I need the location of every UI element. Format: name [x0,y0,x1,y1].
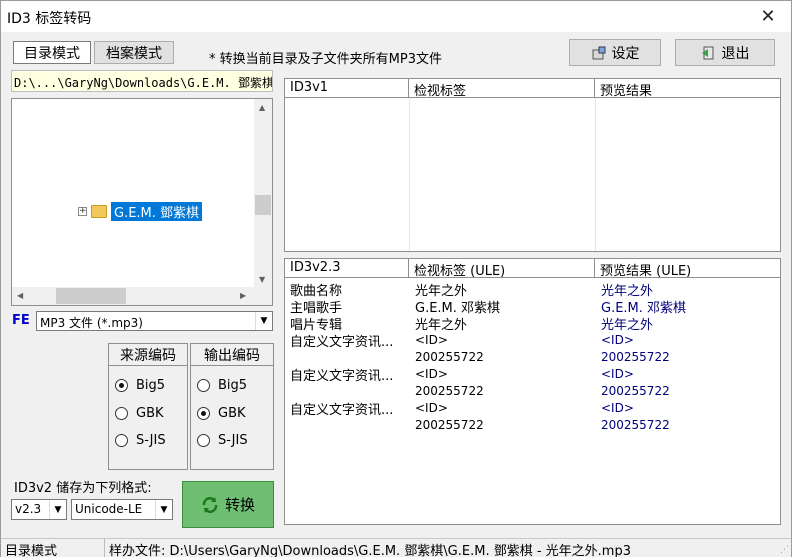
id3-version-select[interactable]: v2.3 ▼ [11,499,67,520]
tag-name: 自定义文字资讯... [290,403,394,418]
output-option-label: Big5 [218,378,248,393]
scroll-right-icon[interactable]: ▶ [240,291,246,300]
radio-icon[interactable] [115,434,128,447]
dir-mode-label: 目录模式 [24,45,80,62]
file-mode-button[interactable]: 档案模式 [94,41,174,64]
text-encoding-value: Unicode-LE [75,502,143,516]
title-bar: ID3 标签转码 ✕ [1,1,791,32]
source-encoding-group: 来源编码 Big5 GBK S-JIS [108,343,188,470]
save-format-label: ID3v2 储存为下列格式: [14,481,152,496]
source-radio-big5[interactable]: Big5 [115,378,165,393]
tag-preview: <ID> [601,367,634,381]
id3v1-header-field: ID3v1 [285,79,409,98]
tag-preview: 光年之外 [601,318,654,333]
tag-view: <ID> [415,367,448,381]
radio-selected-icon[interactable] [197,407,210,420]
id3v2-header-view: 检视标签 (ULE) [409,259,595,279]
scroll-left-icon[interactable]: ◀ [17,291,23,300]
tag-view: <ID> [415,333,448,347]
tree-vertical-scrollbar[interactable]: ▲ ▼ [254,99,272,287]
scroll-corner [254,287,272,305]
id3v1-table[interactable]: ID3v1 检视标签 预览结果 [284,78,781,252]
output-option-label: GBK [218,406,246,421]
tag-view: <ID> [415,401,448,415]
tree-vertical-thumb[interactable] [255,195,271,215]
app-window: ID3 标签转码 ✕ 目录模式 档案模式 * 转换当前目录及子文件夹所有MP3文… [0,0,792,557]
settings-label: 设定 [611,45,640,62]
tree-node-selected[interactable]: + G.E.M. 鄧紫棋 [78,201,203,221]
tag-view: 光年之外 [415,318,468,333]
status-mode: 目录模式 [1,539,105,557]
status-bar: 目录模式 样办文件: D:\Users\GaryNg\Downloads\G.E… [1,538,791,557]
output-encoding-title: 输出编码 [191,344,273,366]
expand-icon[interactable]: + [78,206,87,216]
refresh-icon [202,496,218,513]
output-radio-gbk[interactable]: GBK [197,406,246,421]
file-filter-value: MP3 文件 (*.mp3) [40,316,143,330]
tag-name: 自定义文字资讯... [290,369,394,384]
folder-icon [91,204,107,218]
tree-horizontal-thumb[interactable] [56,288,126,304]
radio-icon[interactable] [115,407,128,420]
tag-view: 200255722 [415,350,484,364]
id3v1-header-preview: 预览结果 [600,84,653,99]
convert-button[interactable]: 转换 [182,481,274,528]
id3v2-header: ID3v2.3 检视标签 (ULE) 预览结果 (ULE) [285,259,780,279]
id3-version-value: v2.3 [15,502,42,516]
tree-horizontal-scrollbar[interactable]: ◀ ▶ [12,287,256,305]
output-radio-big5[interactable]: Big5 [197,378,247,393]
tag-preview: 200255722 [601,350,670,364]
close-icon[interactable]: ✕ [745,1,791,32]
source-option-label: Big5 [136,378,166,393]
file-mode-label: 档案模式 [106,45,162,62]
file-filter-select[interactable]: MP3 文件 (*.mp3) ▼ [36,311,273,331]
source-encoding-title: 来源编码 [109,344,187,366]
source-option-label: S-JIS [136,433,166,448]
text-encoding-select[interactable]: Unicode-LE ▼ [71,499,173,520]
status-sample-file: 样办文件: D:\Users\GaryNg\Downloads\G.E.M. 鄧… [109,544,631,557]
scope-note: * 转换当前目录及子文件夹所有MP3文件 [209,52,442,67]
settings-button[interactable]: 设定 [569,39,661,66]
scroll-down-icon[interactable]: ▼ [259,275,265,284]
radio-icon[interactable] [197,379,210,392]
id3v2-table[interactable]: ID3v2.3 检视标签 (ULE) 预览结果 (ULE) 歌曲名称 光年之外 … [284,258,781,525]
grid-line [595,98,596,251]
tag-preview: 200255722 [601,384,670,398]
id3v1-header-view: 检视标签 [409,79,595,99]
chevron-down-icon[interactable]: ▼ [155,500,172,519]
id3v2-header-preview: 预览结果 (ULE) [600,264,692,279]
chevron-down-icon[interactable]: ▼ [255,312,272,330]
window-title: ID3 标签转码 [7,11,92,27]
tag-preview: <ID> [601,401,634,415]
source-radio-sjis[interactable]: S-JIS [115,433,166,448]
fe-label: FE [12,313,30,328]
folder-tree[interactable]: + G.E.M. 鄧紫棋 ▲ ▼ ◀ ▶ [11,98,273,306]
output-radio-sjis[interactable]: S-JIS [197,433,248,448]
output-option-label: S-JIS [218,433,248,448]
id3v2-header-field: ID3v2.3 [285,259,409,278]
tag-view: 200255722 [415,384,484,398]
exit-button[interactable]: 退出 [675,39,775,66]
tag-preview: 200255722 [601,418,670,432]
tag-preview: <ID> [601,333,634,347]
id3v1-header: ID3v1 检视标签 预览结果 [285,79,780,99]
source-radio-gbk[interactable]: GBK [115,406,164,421]
exit-label: 退出 [721,45,750,62]
grid-line [409,98,410,251]
tree-node-label: G.E.M. 鄧紫棋 [111,201,203,221]
exit-icon [701,46,713,59]
radio-selected-icon[interactable] [115,379,128,392]
tag-name: 自定义文字资讯... [290,335,394,350]
resize-grip-icon[interactable]: ⋰ [780,545,789,555]
tag-view: 200255722 [415,418,484,432]
settings-icon [592,46,605,59]
convert-label: 转换 [224,496,255,514]
chevron-down-icon[interactable]: ▼ [49,500,66,519]
scroll-up-icon[interactable]: ▲ [259,103,265,112]
directory-path-field[interactable]: D:\...\GaryNg\Downloads\G.E.M. 鄧紫棋 [11,70,273,92]
dir-mode-button[interactable]: 目录模式 [13,41,91,64]
source-option-label: GBK [136,406,164,421]
radio-icon[interactable] [197,434,210,447]
output-encoding-group: 输出编码 Big5 GBK S-JIS [190,343,274,470]
